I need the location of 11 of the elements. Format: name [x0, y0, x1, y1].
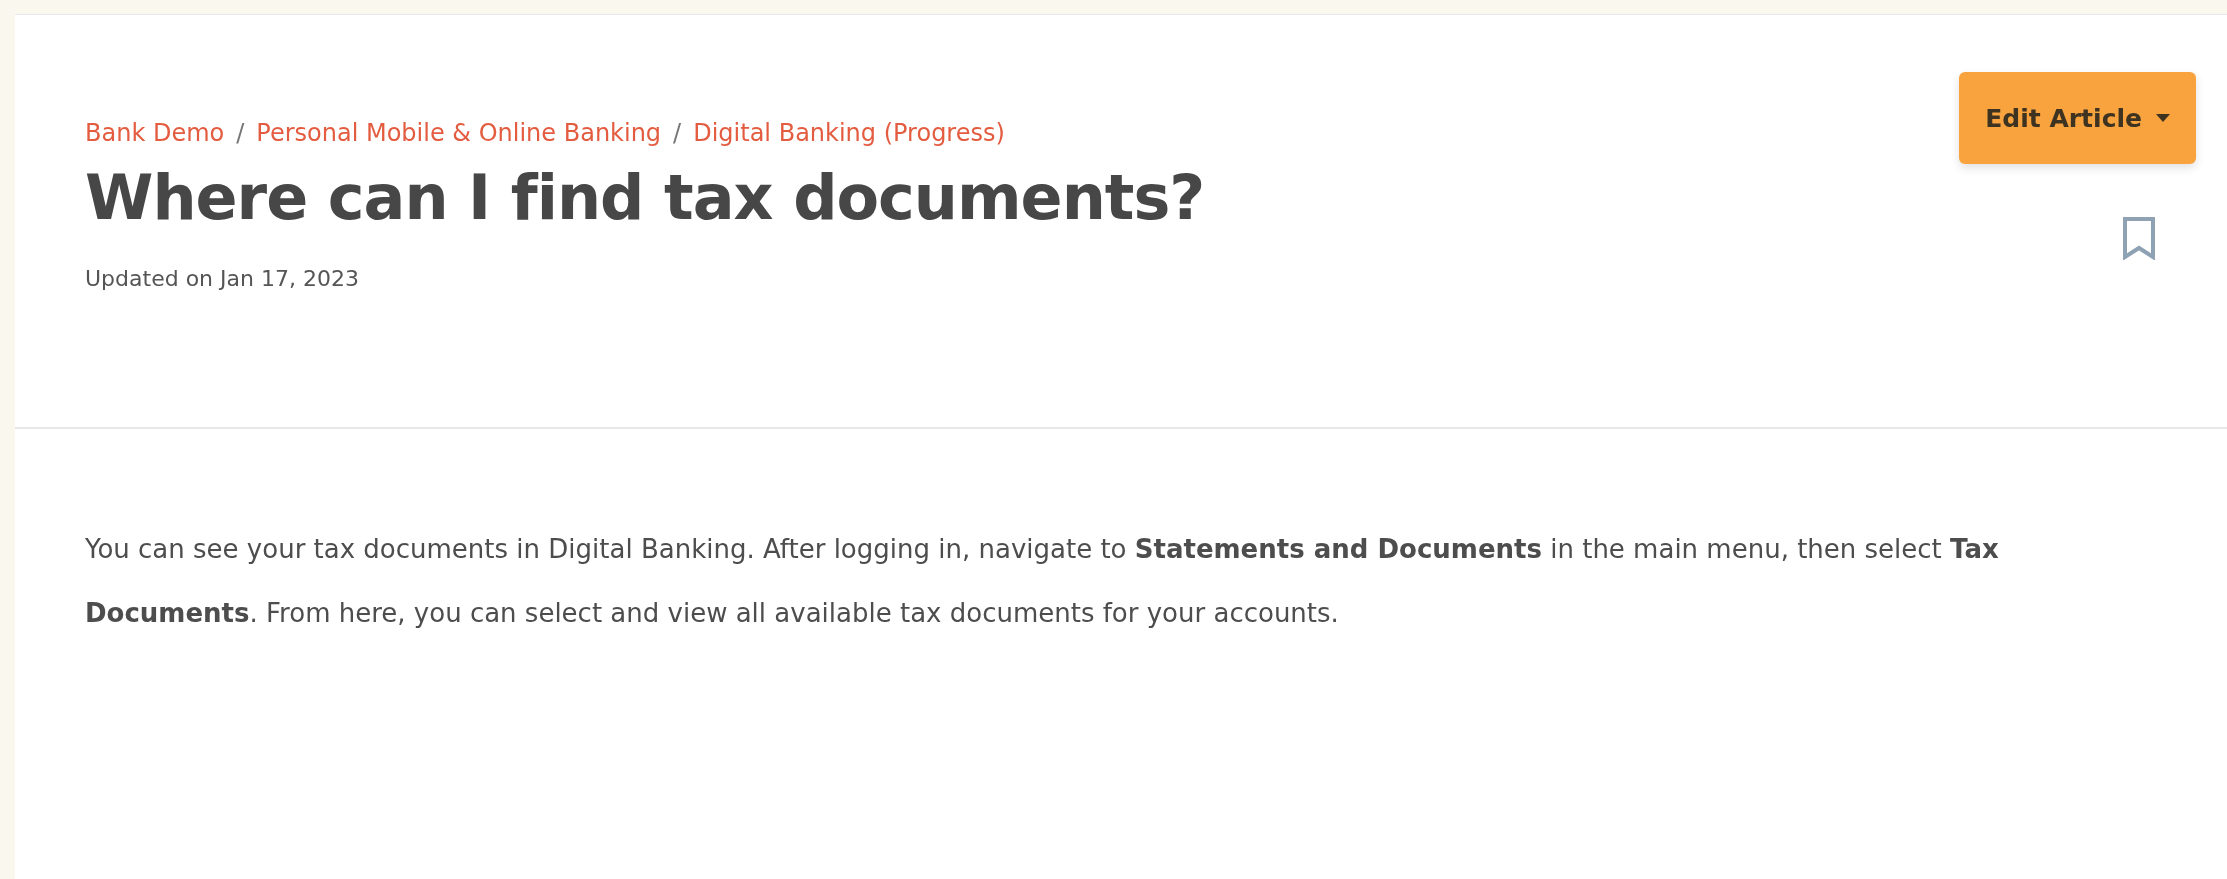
- breadcrumb-separator: /: [236, 119, 245, 147]
- breadcrumb-link[interactable]: Digital Banking (Progress): [693, 119, 1005, 147]
- updated-date: Updated on Jan 17, 2023: [85, 266, 360, 291]
- breadcrumb-separator: /: [673, 119, 682, 147]
- edit-article-button[interactable]: Edit Article: [1959, 72, 2196, 164]
- caret-icon: [2156, 114, 2170, 122]
- article-title: Where can I find tax documents?: [85, 161, 1205, 234]
- article-paragraph: You can see your tax documents in Digital Banking. After logging in, navigate to Statements and Documents in the main menu, then select Tax Documents. From here, you can select and view all available tax documents for your accounts.: [84, 533, 2000, 630]
- bookmark-icon[interactable]: [2122, 216, 2156, 260]
- breadcrumb-link[interactable]: Bank Demo: [85, 119, 225, 147]
- breadcrumb-link[interactable]: Personal Mobile & Online Banking: [256, 119, 662, 147]
